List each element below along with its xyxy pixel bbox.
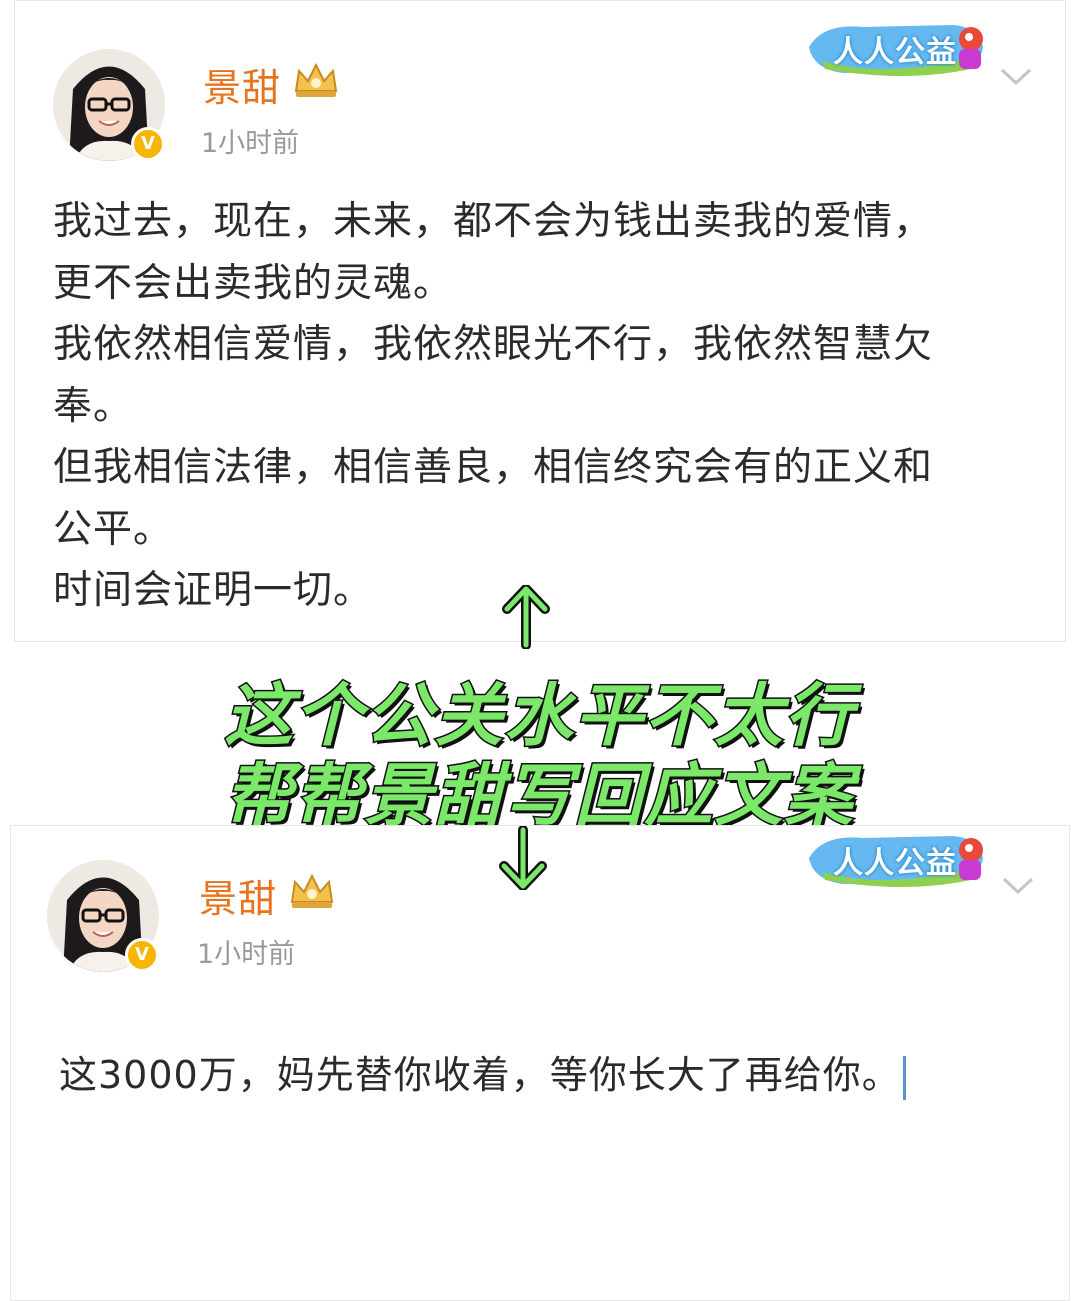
charity-badge[interactable]: 人人公益 xyxy=(803,828,993,890)
post-paragraph: 但我相信法律，相信善良，相信终究会有的正义和 xyxy=(53,445,934,490)
post-text: 这3000万，妈先替你收着，等你长大了再给你。 xyxy=(59,1053,901,1097)
charity-badge[interactable]: 人人公益 xyxy=(803,17,993,79)
post-body-editing[interactable]: 这3000万，妈先替你收着，等你长大了再给你。 xyxy=(59,1044,906,1100)
charity-badge-label: 人人公益 xyxy=(833,35,957,70)
post-paragraph: 我依然相信爱情，我依然眼光不行，我依然智慧欠 xyxy=(53,322,934,367)
crown-icon xyxy=(290,873,334,908)
post-time: 1小时前 xyxy=(201,128,300,159)
post-paragraph: 公平。 xyxy=(53,506,174,552)
post-body: 我过去，现在，未来，都不会为钱出卖我的爱情， 更不会出卖我的灵魂。 我依然相信爱… xyxy=(53,191,933,622)
weibo-post-card: V 景甜 1小时前 人人公益 我过去，现在，未来，都不会为钱出卖我的爱情， 更不… xyxy=(14,0,1066,642)
post-paragraph: 更不会出卖我的灵魂。 xyxy=(53,260,454,306)
crown-icon xyxy=(294,62,338,97)
arrow-down-icon xyxy=(499,826,547,890)
verified-icon: V xyxy=(131,127,165,161)
avatar[interactable]: V xyxy=(53,49,165,161)
chevron-down-icon[interactable] xyxy=(1001,876,1035,896)
post-paragraph: 我过去，现在，未来，都不会为钱出卖我的爱情， xyxy=(53,199,934,244)
text-cursor xyxy=(902,1055,906,1100)
post-time: 1小时前 xyxy=(197,939,296,970)
weibo-post-card: V 景甜 1小时前 人人公益 这3000万，妈先替你收着，等你长大了再给你。 xyxy=(10,825,1070,1301)
username[interactable]: 景甜 xyxy=(203,57,281,112)
post-paragraph: 奉。 xyxy=(53,383,134,429)
charity-badge-label: 人人公益 xyxy=(833,846,957,881)
avatar[interactable]: V xyxy=(47,860,159,972)
chevron-down-icon[interactable] xyxy=(999,67,1033,87)
post-paragraph: 时间会证明一切。 xyxy=(53,568,374,613)
username[interactable]: 景甜 xyxy=(199,868,277,923)
verified-icon: V xyxy=(125,938,159,972)
arrow-up-icon xyxy=(502,585,550,649)
